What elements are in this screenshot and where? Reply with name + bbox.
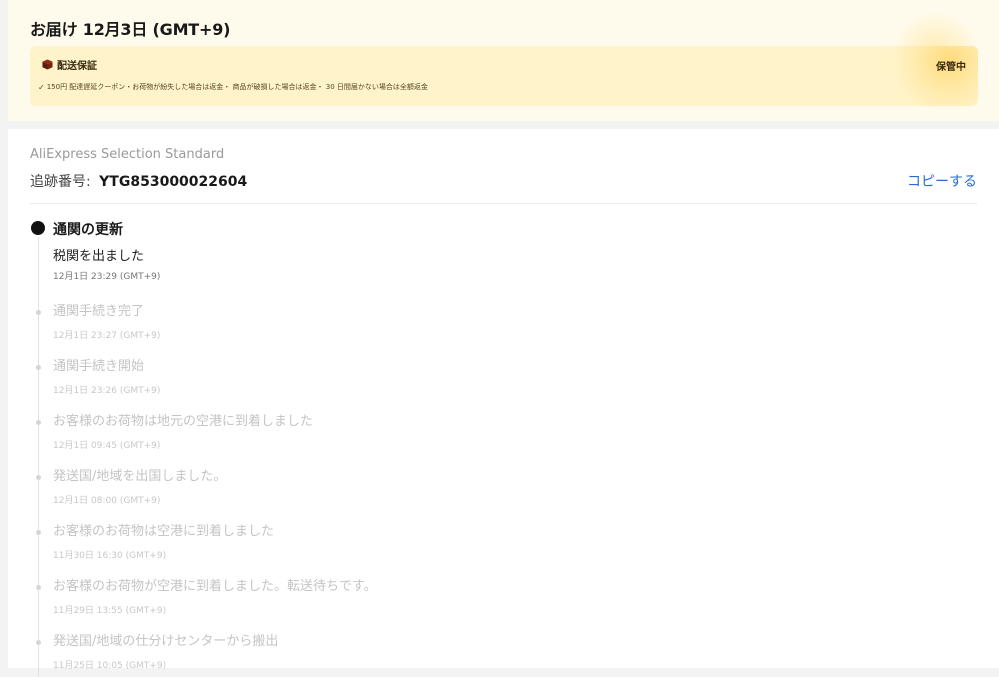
event-time: 12月1日 23:27 (GMT+9) <box>53 331 161 341</box>
tracking-card: AliExpress Selection Standard 追跡番号: YTG8… <box>8 129 999 677</box>
timeline-dot <box>36 420 41 425</box>
delivery-guarantee-box[interactable]: 配送保証 ✓ 150円 配達遅延クーポン・お荷物が紛失した場合は返金・ 商品が破… <box>30 46 978 106</box>
current-status-detail: 税関を出ました <box>53 249 145 264</box>
current-status-title: 通関の更新 <box>53 222 123 238</box>
timeline-dot <box>36 475 41 480</box>
current-status-time: 12月1日 23:29 (GMT+9) <box>53 272 161 282</box>
guarantee-detail-text: 150円 配達遅延クーポン・お荷物が紛失した場合は返金・ 商品が破損した場合は返… <box>46 83 428 91</box>
timeline-event: 発送国/地域を出国しました。 12月1日 08:00 (GMT+9) <box>53 465 226 506</box>
tracking-timeline: 通関の更新 税関を出ました 12月1日 23:29 (GMT+9) 通関手続き完… <box>8 129 999 677</box>
event-time: 12月1日 08:00 (GMT+9) <box>53 496 161 506</box>
timeline-event: 通関手続き開始 12月1日 23:26 (GMT+9) <box>53 355 160 396</box>
timeline-event: 通関手続き完了 12月1日 23:27 (GMT+9) <box>53 300 160 341</box>
timeline-line <box>38 237 39 677</box>
guarantee-glow-decoration <box>894 46 978 106</box>
event-time: 11月29日 13:55 (GMT+9) <box>53 606 167 616</box>
event-status: お客様のお荷物が空港に到着しました。転送待ちです。 <box>53 579 377 594</box>
current-status-dot <box>31 221 45 235</box>
event-time: 11月30日 16:30 (GMT+9) <box>53 551 167 561</box>
delivery-date-title: お届け 12月3日 (GMT+9) <box>30 20 231 39</box>
guarantee-detail: ✓ 150円 配達遅延クーポン・お荷物が紛失した場合は返金・ 商品が破損した場合… <box>38 82 428 92</box>
package-icon <box>42 59 53 70</box>
timeline-dot <box>36 365 41 370</box>
event-status: お客様のお荷物は地元の空港に到着しました <box>53 414 314 429</box>
timeline-event: お客様のお荷物が空港に到着しました。転送待ちです。 11月29日 13:55 (… <box>53 575 377 616</box>
guarantee-header: 配送保証 <box>42 57 97 72</box>
timeline-event: お客様のお荷物は地元の空港に到着しました 12月1日 09:45 (GMT+9) <box>53 410 313 451</box>
guarantee-status: 保管中 <box>936 62 966 73</box>
check-icon: ✓ <box>38 82 45 92</box>
event-status: 通関手続き完了 <box>53 304 145 319</box>
delivery-card: お届け 12月3日 (GMT+9) 配送保証 ✓ 150円 配達遅延クーポン・お… <box>8 0 999 121</box>
timeline-event: お客様のお荷物は空港に到着しました 11月30日 16:30 (GMT+9) <box>53 520 274 561</box>
timeline-dot <box>36 585 41 590</box>
event-status: 発送国/地域を出国しました。 <box>53 469 227 484</box>
event-time: 11月25日 10:05 (GMT+9) <box>53 661 167 671</box>
timeline-dot <box>36 310 41 315</box>
event-status: 発送国/地域の仕分けセンターから搬出 <box>53 634 279 649</box>
timeline-dot <box>36 640 41 645</box>
event-time: 12月1日 23:26 (GMT+9) <box>53 386 161 396</box>
timeline-dot <box>36 530 41 535</box>
event-status: お客様のお荷物は空港に到着しました <box>53 524 275 539</box>
timeline-event: 発送国/地域の仕分けセンターから搬出 11月25日 10:05 (GMT+9) <box>53 630 278 671</box>
guarantee-title: 配送保証 <box>57 61 97 72</box>
event-status: 通関手続き開始 <box>53 359 145 374</box>
event-time: 12月1日 09:45 (GMT+9) <box>53 441 161 451</box>
